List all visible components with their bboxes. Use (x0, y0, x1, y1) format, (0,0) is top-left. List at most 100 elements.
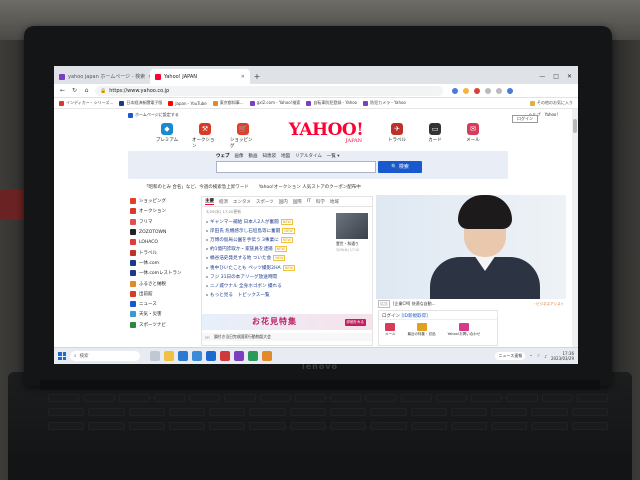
news-tab-international[interactable]: 国際 (293, 199, 302, 205)
news-tab-main[interactable]: 主要 (205, 198, 214, 205)
auction-coupon-link[interactable]: Yahoo!オークション 人気ストアのクーポン配布中 (259, 184, 361, 190)
app-icon[interactable] (248, 351, 258, 361)
sidebar-item-demaekan[interactable]: 出前館 (130, 289, 198, 299)
chevron-up-icon[interactable]: ⌃ (529, 354, 532, 359)
taskbar-search[interactable]: ⌕ 検索 (70, 351, 140, 361)
search-tab-video[interactable]: 動画 (249, 153, 258, 159)
sidebar-item-ikyu[interactable]: 一休.com (130, 258, 198, 268)
close-icon[interactable]: ✕ (241, 74, 245, 80)
news-more-link[interactable]: もっと見る トピックス一覧 (206, 291, 368, 300)
file-explorer-icon[interactable] (164, 351, 174, 361)
sidebar-item-ikyu-restaurant[interactable]: 一休.comレストラン (130, 268, 198, 278)
hero-ad-image[interactable] (376, 195, 566, 299)
bookmark-item[interactable]: Japan - YouTube (168, 100, 207, 106)
sidebar-item-flea-market[interactable]: フリマ (130, 217, 198, 227)
store-icon[interactable] (192, 351, 202, 361)
bookmark-item[interactable]: インディカー・シリーズ... (59, 100, 113, 106)
register-link[interactable]: [ID新規取得] (401, 314, 427, 319)
bookmark-item[interactable]: 自転車防犯登録 - Yahoo (306, 100, 357, 106)
back-arrow-icon[interactable]: ← (59, 87, 66, 94)
hero-caption-note[interactable]: ・ビジネスアシスト (533, 302, 564, 307)
home-icon[interactable]: ⌂ (83, 87, 90, 94)
hero-caption-text[interactable]: [企業CM] 快適な自動... (393, 301, 435, 307)
news-tab-domestic[interactable]: 国内 (279, 199, 288, 205)
search-button[interactable]: 🔍 検索 (378, 161, 422, 173)
hanami-banner[interactable]: お花見特集 詳細をみる (202, 314, 372, 330)
volume-icon[interactable]: ♪ (544, 354, 547, 359)
trending-link[interactable]: 「昭和のとみ 合名」など、今週の検索急上昇ワード (144, 184, 249, 190)
login-link-mail[interactable]: メール (385, 323, 396, 337)
sidebar-item-sports[interactable]: スポーツナビ (130, 320, 198, 330)
bookmark-item[interactable]: gxl2.com - Yahoo!検索 (249, 100, 300, 106)
login-link-contact[interactable]: Yahoo!お問い合わせ (448, 323, 480, 337)
login-link-prizes[interactable]: 最近の特集・賞品 (408, 323, 436, 337)
sidebar-item-weather[interactable]: 天気・災害 (130, 309, 198, 319)
search-tab-map[interactable]: 地図 (281, 153, 290, 159)
task-view-icon[interactable] (150, 351, 160, 361)
tab-search[interactable]: yahoo japan ホームページ - 検索 ✕ (54, 69, 150, 84)
sidebar-item-furusato[interactable]: ふるさと納税 (130, 278, 198, 288)
login-link[interactable]: ログイン (382, 314, 400, 319)
sidebar-item-auction[interactable]: オークション (130, 206, 198, 216)
other-bookmarks[interactable]: その他のお気に入り (530, 100, 573, 106)
edge-browser-icon[interactable] (178, 351, 188, 361)
page-scrollbar[interactable] (572, 109, 578, 347)
service-mail[interactable]: ✉ メール (460, 123, 486, 143)
news-headline[interactable]: ニノ城ウナル 全身ホゴボン 撮れる (206, 281, 368, 290)
news-widget[interactable]: ニュース速報 (495, 352, 526, 360)
extension-icon[interactable] (474, 87, 480, 94)
favorite-star-icon[interactable] (452, 87, 458, 94)
search-input[interactable] (216, 161, 376, 173)
refresh-icon[interactable]: ↻ (71, 87, 78, 94)
close-window-button[interactable]: ✕ (567, 73, 572, 80)
collections-icon[interactable] (485, 87, 491, 94)
scrollbar-thumb[interactable] (573, 119, 577, 133)
minimize-button[interactable]: — (539, 73, 545, 80)
app-icon[interactable] (220, 351, 230, 361)
search-tab-chiebukuro[interactable]: 知恵袋 (263, 153, 277, 159)
sidebar-item-zozotown[interactable]: ZOZOTOWN (130, 227, 198, 237)
yahoo-japan-logo[interactable]: YAHOO! JAPAN (276, 121, 376, 149)
pr-strip[interactable]: PR 鎖付き当日完成国家行動物語大会 (202, 333, 372, 341)
news-headline[interactable]: 喪中ひいたことも ペッツ撮影2HA NEW (206, 263, 368, 272)
network-icon[interactable]: ⌔ (537, 353, 541, 359)
bookmark-item[interactable]: 防犯カメラ - Yahoo (363, 100, 406, 106)
app-icon[interactable] (234, 351, 244, 361)
mail-app-icon[interactable] (206, 351, 216, 361)
search-tab-realtime[interactable]: リアルタイム (295, 153, 322, 159)
search-tab-web[interactable]: ウェブ (216, 153, 230, 159)
favorites-icon[interactable] (496, 87, 502, 94)
news-tab-economy[interactable]: 経済 (219, 199, 228, 205)
service-premium[interactable]: ◆ プレミアム (154, 123, 180, 149)
windows-start-icon[interactable] (58, 352, 66, 360)
news-tab-local[interactable]: 地域 (330, 199, 339, 205)
sidebar-item-travel[interactable]: トラベル (130, 247, 198, 257)
app-icon[interactable] (262, 351, 272, 361)
new-tab-button[interactable]: + (250, 69, 264, 84)
service-card[interactable]: ▭ カード (422, 123, 448, 143)
url-input[interactable]: 🔒 https://www.yahoo.co.jp (95, 85, 443, 96)
banner-cta[interactable]: 詳細をみる (344, 319, 366, 326)
news-tab-science[interactable]: 科学 (316, 199, 325, 205)
service-travel[interactable]: ✈ トラベル (384, 123, 410, 143)
bookmark-item[interactable]: 東京都知事... (212, 100, 244, 106)
sidebar-item-news[interactable]: ニュース (130, 299, 198, 309)
login-button[interactable]: ログイン (512, 115, 538, 123)
maximize-button[interactable]: □ (553, 73, 559, 80)
extension-icon[interactable] (463, 87, 469, 94)
news-tab-entertainment[interactable]: エンタメ (233, 199, 251, 205)
sidebar-item-shopping[interactable]: ショッピング (130, 196, 198, 206)
profile-icon[interactable] (507, 87, 513, 94)
service-shopping[interactable]: 🛒 ショッピング (230, 123, 256, 149)
news-headline[interactable]: フジ 31日の本アリーグ放送時間 (206, 272, 368, 281)
news-tab-sports[interactable]: スポーツ (256, 199, 274, 205)
news-tab-it[interactable]: IT (307, 199, 311, 204)
clock[interactable]: 17:36 2023/03/29 (551, 351, 574, 361)
set-homepage-link[interactable]: ホームページに設定する (128, 112, 179, 118)
search-tab-images[interactable]: 画像 (235, 153, 244, 159)
search-tab-more[interactable]: 一覧 ▾ (327, 153, 340, 159)
tab-yahoo-japan[interactable]: Yahoo! JAPAN ✕ (150, 69, 250, 84)
bookmark-item[interactable]: 日本経済新聞電子版 (119, 100, 162, 106)
sidebar-item-lohaco[interactable]: LOHACO (130, 237, 198, 247)
news-headline[interactable]: 桶谷浩史発見する地 ついた会 NEW (206, 254, 368, 263)
